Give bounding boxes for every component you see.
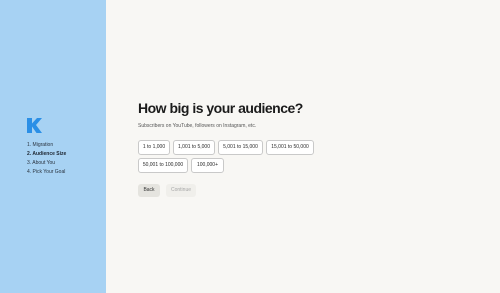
page-subtitle: Subscribers on YouTube, followers on Ins… bbox=[138, 123, 257, 129]
option-50001-to-100000[interactable]: 50,001 to 100,000 bbox=[138, 158, 188, 173]
app-page: 1. Migration 2. Audience Size 3. About Y… bbox=[0, 0, 500, 293]
progress-steps: 1. Migration 2. Audience Size 3. About Y… bbox=[27, 141, 66, 177]
page-title: How big is your audience? bbox=[138, 100, 303, 116]
sidebar: 1. Migration 2. Audience Size 3. About Y… bbox=[0, 0, 106, 293]
step-pick-goal: 4. Pick Your Goal bbox=[27, 169, 66, 175]
main-panel: How big is your audience? Subscribers on… bbox=[138, 0, 478, 293]
continue-button[interactable]: Continue bbox=[166, 184, 196, 197]
option-5001-to-15000[interactable]: 5,001 to 15,000 bbox=[218, 140, 263, 155]
step-migration: 1. Migration bbox=[27, 142, 54, 148]
back-button[interactable]: Back bbox=[138, 184, 160, 197]
option-100000-plus[interactable]: 100,000+ bbox=[191, 158, 224, 173]
option-1001-to-5000[interactable]: 1,001 to 5,000 bbox=[173, 140, 215, 155]
step-audience-size: 2. Audience Size bbox=[27, 151, 67, 157]
kit-logo-icon bbox=[27, 118, 42, 133]
step-about-you: 3. About You bbox=[27, 160, 56, 166]
option-15001-to-50000[interactable]: 15,001 to 50,000 bbox=[266, 140, 314, 155]
option-1-to-1000[interactable]: 1 to 1,000 bbox=[138, 140, 170, 155]
